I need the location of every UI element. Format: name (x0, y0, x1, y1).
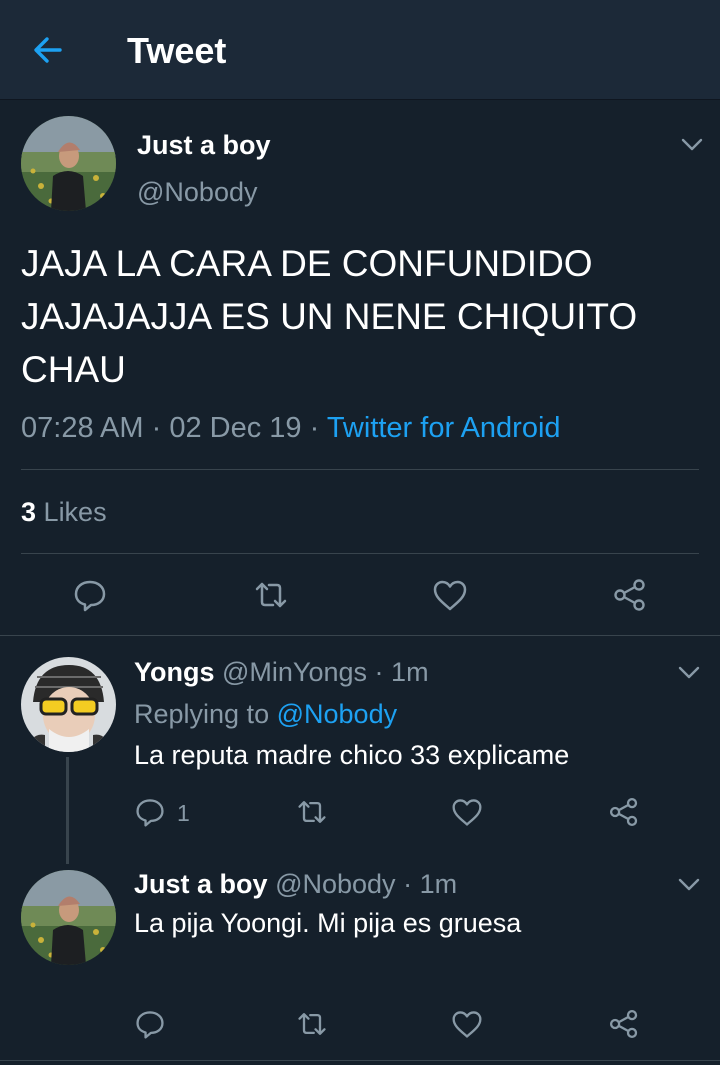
share-icon[interactable] (612, 577, 648, 613)
section-divider (0, 1060, 720, 1061)
display-name[interactable]: Just a boy (137, 130, 271, 161)
meta-separator: · (151, 412, 162, 444)
handle[interactable]: @Nobody (137, 177, 257, 208)
replying-to-label: Replying to (134, 699, 270, 729)
avatar[interactable] (21, 870, 116, 965)
share-icon[interactable] (608, 1008, 640, 1040)
handle[interactable]: @Nobody (275, 869, 395, 899)
likes-count[interactable]: 3 Likes (21, 497, 107, 528)
section-divider (0, 635, 720, 636)
retweet-icon[interactable] (253, 577, 289, 613)
page-title: Tweet (127, 30, 227, 71)
meta-separator: · (309, 412, 320, 444)
reply-icon[interactable] (134, 796, 166, 828)
tweet-meta: 07:28 AM · 02 Dec 19 · Twitter for Andro… (21, 412, 561, 445)
top-bar: Tweet (0, 0, 720, 100)
retweet-icon[interactable] (296, 1008, 328, 1040)
replying-to: Replying to @Nobody (134, 699, 397, 730)
tweet-date: 02 Dec 19 (169, 412, 302, 444)
avatar[interactable] (21, 657, 116, 752)
chevron-down-icon[interactable] (677, 660, 701, 684)
divider (21, 469, 699, 470)
like-heart-icon[interactable] (432, 577, 468, 613)
tweet-text-line: JAJA LA CARA DE CONFUNDIDO (21, 243, 593, 284)
chevron-down-icon[interactable] (677, 872, 701, 896)
share-icon[interactable] (608, 796, 640, 828)
reply-text: La reputa madre chico 33 explicame (134, 740, 570, 770)
reply-time: 1m (391, 657, 429, 687)
display-name[interactable]: Yongs (134, 657, 215, 687)
tweet-text-line: JAJAJAJJA ES UN NENE CHIQUITO (21, 296, 638, 337)
chevron-down-icon[interactable] (680, 132, 704, 156)
reply-header: Yongs @MinYongs · 1m (134, 657, 429, 688)
avatar[interactable] (21, 116, 116, 211)
back-arrow-icon[interactable] (30, 32, 66, 68)
meta-separator: · (374, 657, 384, 687)
tweet-text-line: CHAU (21, 349, 126, 390)
replying-to-handle-link[interactable]: @Nobody (277, 699, 397, 729)
reply-count: 1 (177, 800, 190, 826)
reply-icon[interactable] (134, 1008, 166, 1040)
likes-number: 3 (21, 497, 37, 527)
like-heart-icon[interactable] (451, 1008, 483, 1040)
reply-header: Just a boy @Nobody · 1m (134, 869, 457, 900)
tweet-source-link[interactable]: Twitter for Android (327, 412, 561, 444)
reply-time: 1m (419, 869, 458, 899)
like-heart-icon[interactable] (451, 796, 483, 828)
meta-separator: · (403, 869, 413, 899)
tweet-time: 07:28 AM (21, 412, 144, 444)
handle[interactable]: @MinYongs (222, 657, 367, 687)
reply-icon[interactable] (72, 577, 108, 613)
divider (21, 553, 699, 554)
display-name[interactable]: Just a boy (134, 869, 268, 899)
likes-label: Likes (43, 497, 107, 527)
reply-text: La pija Yoongi. Mi pija es gruesa (134, 908, 522, 938)
thread-line (66, 757, 69, 864)
retweet-icon[interactable] (296, 796, 328, 828)
